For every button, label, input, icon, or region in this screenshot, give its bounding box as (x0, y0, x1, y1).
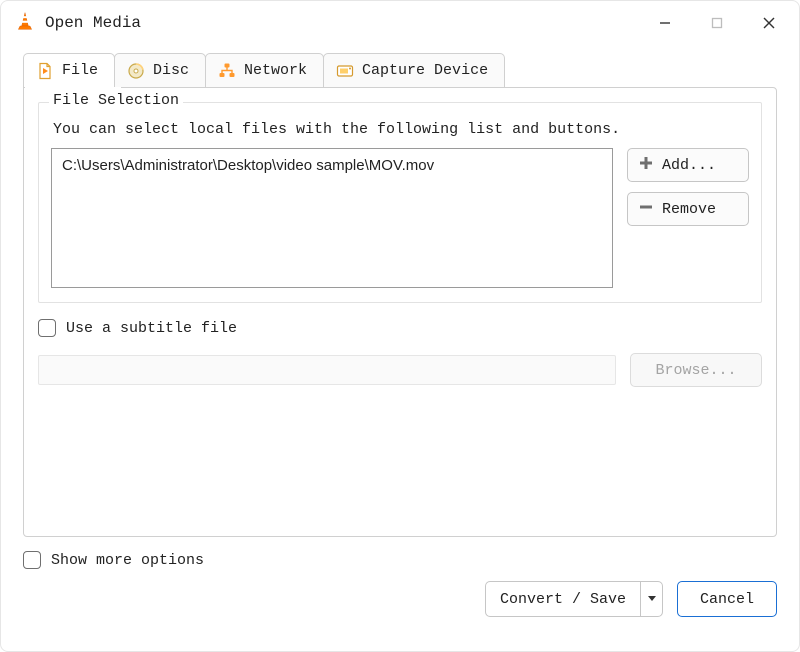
tab-file[interactable]: File (23, 53, 115, 87)
tab-network[interactable]: Network (205, 53, 324, 87)
add-button-label: Add... (662, 157, 716, 174)
remove-button-label: Remove (662, 201, 716, 218)
subtitle-row: Use a subtitle file (38, 319, 762, 337)
file-buttons-column: Add... Remove (627, 148, 749, 288)
file-selection-legend: File Selection (49, 92, 183, 109)
show-more-checkbox[interactable] (23, 551, 41, 569)
chevron-down-icon (647, 591, 657, 608)
minus-icon (638, 199, 654, 220)
tab-file-label: File (62, 62, 98, 79)
use-subtitle-label: Use a subtitle file (66, 320, 237, 337)
window-title: Open Media (45, 14, 141, 32)
file-row: C:\Users\Administrator\Desktop\video sam… (51, 148, 749, 288)
maximize-button[interactable] (691, 5, 743, 41)
convert-save-label: Convert / Save (500, 591, 626, 608)
tab-panel-file: File Selection You can select local file… (23, 87, 777, 537)
minimize-button[interactable] (639, 5, 691, 41)
subtitle-browse-row: Browse... (38, 353, 762, 387)
convert-save-button[interactable]: Convert / Save (486, 582, 640, 616)
use-subtitle-checkbox[interactable] (38, 319, 56, 337)
file-selection-description: You can select local files with the foll… (53, 121, 749, 138)
tab-disc-label: Disc (153, 62, 189, 79)
subtitle-path-input (38, 355, 616, 385)
capture-device-icon (336, 62, 354, 80)
tab-disc[interactable]: Disc (114, 53, 206, 87)
tab-strip: File Disc Network Capture Device (1, 45, 799, 87)
window-controls (639, 5, 795, 41)
remove-button[interactable]: Remove (627, 192, 749, 226)
convert-save-split-button: Convert / Save (485, 581, 663, 617)
file-icon (36, 62, 54, 80)
file-selection-group: File Selection You can select local file… (38, 102, 762, 303)
cancel-button-label: Cancel (700, 591, 754, 608)
plus-icon (638, 155, 654, 176)
tab-capture[interactable]: Capture Device (323, 53, 505, 87)
footer-buttons: Convert / Save Cancel (23, 581, 777, 617)
network-icon (218, 62, 236, 80)
titlebar: Open Media (1, 1, 799, 45)
show-more-label: Show more options (51, 552, 204, 569)
file-list-item[interactable]: C:\Users\Administrator\Desktop\video sam… (62, 157, 602, 174)
file-list[interactable]: C:\Users\Administrator\Desktop\video sam… (51, 148, 613, 288)
browse-button-label: Browse... (655, 362, 736, 379)
tab-capture-label: Capture Device (362, 62, 488, 79)
close-button[interactable] (743, 5, 795, 41)
open-media-window: Open Media File Disc (0, 0, 800, 652)
browse-button: Browse... (630, 353, 762, 387)
add-button[interactable]: Add... (627, 148, 749, 182)
vlc-cone-icon (15, 11, 35, 36)
cancel-button[interactable]: Cancel (677, 581, 777, 617)
disc-icon (127, 62, 145, 80)
convert-save-dropdown[interactable] (640, 582, 662, 616)
show-more-row: Show more options (23, 551, 777, 569)
tab-network-label: Network (244, 62, 307, 79)
